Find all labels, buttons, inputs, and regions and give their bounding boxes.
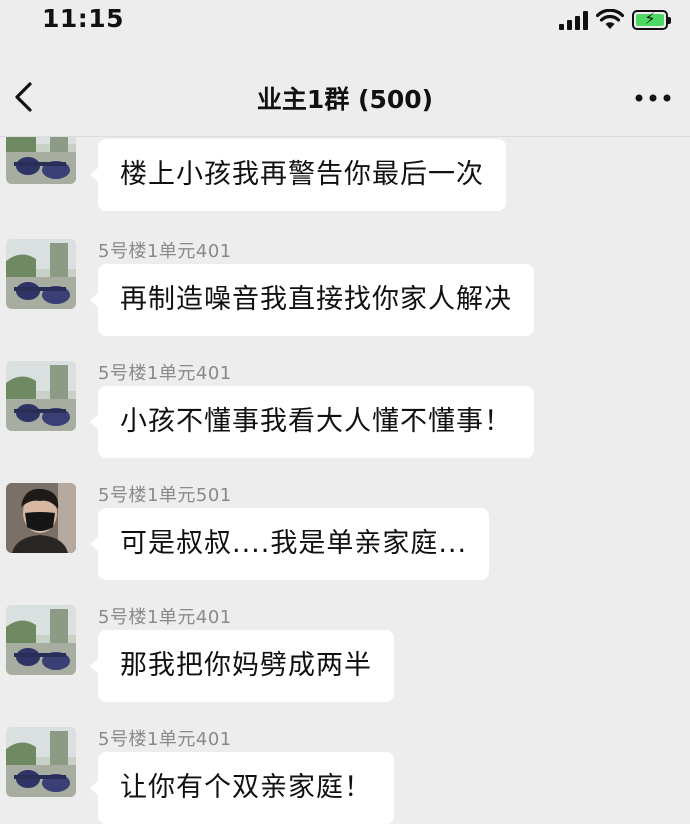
chat-message: 5号楼1单元401 再制造噪音我直接找你家人解决 — [0, 239, 690, 359]
landscape-avatar[interactable] — [6, 239, 76, 309]
chat-header: 业主1群 (500) — [0, 62, 690, 137]
sender-name: 5号楼1单元401 — [98, 241, 232, 262]
more-dots-icon — [635, 94, 671, 102]
more-options-button[interactable] — [630, 78, 676, 118]
chat-message: 5号楼1单元401 让你有个双亲家庭！ — [0, 727, 690, 824]
landscape-avatar[interactable] — [6, 605, 76, 675]
message-bubble[interactable]: 可是叔叔....我是单亲家庭... — [89, 508, 490, 580]
chat-message: 5号楼1单元401 那我把你妈劈成两半 — [0, 605, 690, 725]
message-bubble[interactable]: 那我把你妈劈成两半 — [90, 630, 394, 702]
sender-name: 5号楼1单元401 — [98, 607, 232, 628]
battery-charging-icon: ⚡ — [632, 10, 671, 30]
wifi-icon — [596, 9, 624, 29]
landscape-avatar[interactable] — [6, 137, 76, 184]
message-bubble[interactable]: 楼上小孩我再警告你最后一次 — [90, 139, 506, 211]
status-time: 11:15 — [42, 4, 125, 33]
landscape-avatar[interactable] — [6, 727, 76, 797]
cellular-signal-icon — [559, 10, 588, 30]
status-bar: 11:15 ⚡ — [0, 0, 690, 48]
chat-message: 5号楼1单元501 可是叔叔....我是单亲家庭... — [0, 483, 690, 603]
sender-name: 5号楼1单元501 — [98, 485, 232, 506]
message-bubble[interactable]: 让你有个双亲家庭！ — [90, 752, 394, 824]
chat-title: 业主1群 (500) — [256, 85, 434, 114]
chat-message-list[interactable]: 楼上小孩我再警告你最后一次 5号楼1单元401 再制造噪音我直接找你家人解决 5… — [0, 137, 690, 824]
message-bubble[interactable]: 小孩不懂事我看大人懂不懂事！ — [90, 386, 534, 458]
sender-name: 5号楼1单元401 — [98, 729, 232, 750]
sender-name: 5号楼1单元401 — [98, 363, 232, 384]
chat-message: 5号楼1单元401 小孩不懂事我看大人懂不懂事！ — [0, 361, 690, 481]
message-bubble[interactable]: 再制造噪音我直接找你家人解决 — [90, 264, 534, 336]
status-icons: ⚡ — [559, 8, 671, 32]
chat-message: 楼上小孩我再警告你最后一次 — [0, 137, 690, 234]
person-mask-avatar[interactable] — [6, 483, 76, 553]
landscape-avatar[interactable] — [6, 361, 76, 431]
